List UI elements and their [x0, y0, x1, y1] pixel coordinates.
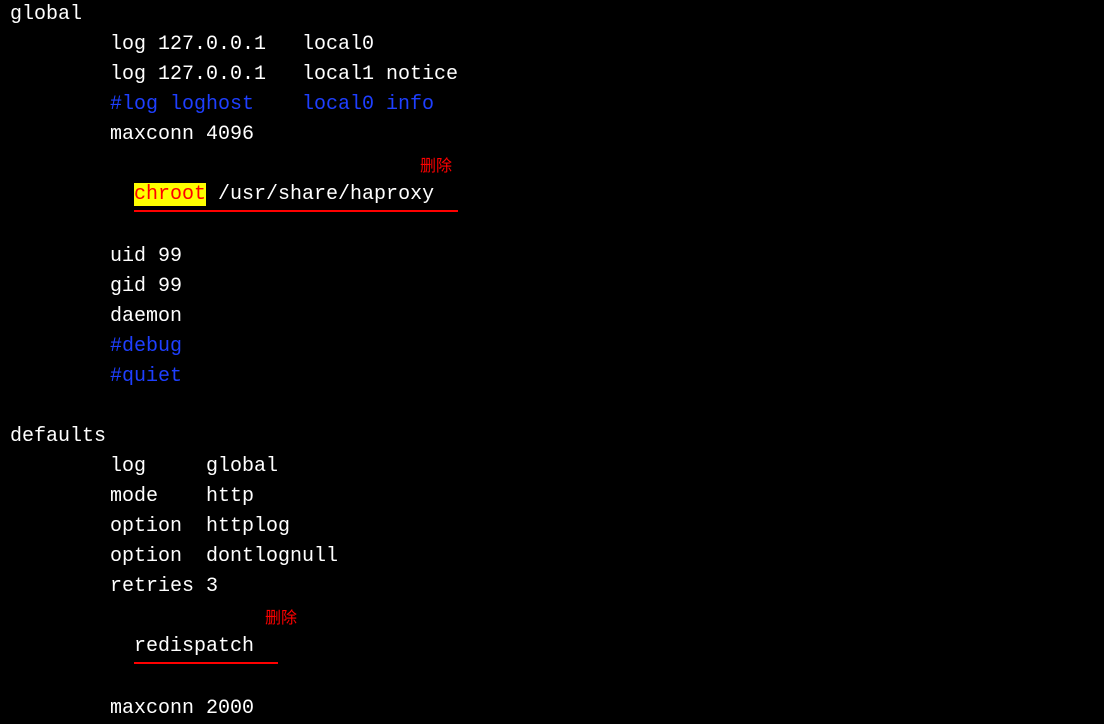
defaults-option1: option httplog	[0, 512, 1104, 542]
defaults-section-header: defaults	[0, 422, 1104, 452]
defaults-maxconn: maxconn 2000	[0, 694, 1104, 724]
defaults-redispatch-line: redispatch 删除	[0, 602, 1104, 694]
defaults-log: log global	[0, 452, 1104, 482]
defaults-mode: mode http	[0, 482, 1104, 512]
global-section-header: global	[0, 0, 1104, 30]
chroot-path: /usr/share/haproxy	[206, 183, 458, 206]
global-log1: log 127.0.0.1 local0	[0, 30, 1104, 60]
global-maxconn: maxconn 4096	[0, 120, 1104, 150]
defaults-retries: retries 3	[0, 572, 1104, 602]
global-debug-comment: #debug	[0, 332, 1104, 362]
global-daemon: daemon	[0, 302, 1104, 332]
delete-annotation-2: 删除	[265, 607, 297, 631]
global-chroot-line: chroot /usr/share/haproxy 删除	[0, 150, 1104, 242]
global-log2: log 127.0.0.1 local1 notice	[0, 60, 1104, 90]
global-gid: gid 99	[0, 272, 1104, 302]
chroot-highlight: chroot	[134, 183, 206, 206]
global-quiet-comment: #quiet	[0, 362, 1104, 392]
delete-annotation-1: 删除	[420, 155, 452, 179]
redispatch-text: redispatch	[134, 632, 278, 664]
global-log-comment: #log loghost local0 info	[0, 90, 1104, 120]
global-uid: uid 99	[0, 242, 1104, 272]
defaults-option2: option dontlognull	[0, 542, 1104, 572]
